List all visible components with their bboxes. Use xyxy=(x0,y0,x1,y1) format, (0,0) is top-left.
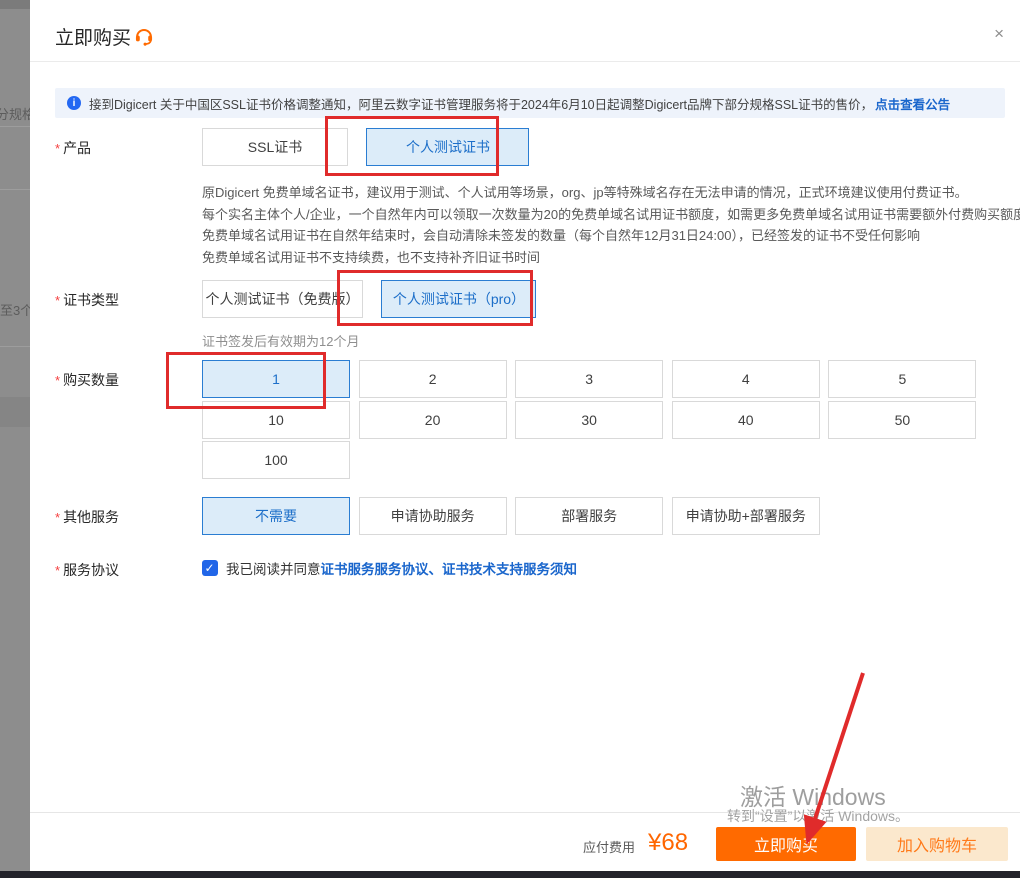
windows-activation-watermark-sub: 转到“设置”以激活 Windows。 xyxy=(727,806,909,826)
other-services-label: *其他服务 xyxy=(55,507,119,527)
bottom-dark-band xyxy=(0,871,1020,878)
product-description: 原Digicert 免费单域名证书，建议用于测试、个人试用等场景，org、jp等… xyxy=(202,182,1020,268)
product-label: *产品 xyxy=(55,138,91,158)
close-icon[interactable]: × xyxy=(994,25,1004,42)
dimmed-background-page: 分规格 至3个 xyxy=(0,0,30,871)
quantity-option-2[interactable]: 2 xyxy=(359,360,507,398)
cert-type-option-free[interactable]: 个人测试证书（免费版） xyxy=(202,280,363,318)
description-line: 原Digicert 免费单域名证书，建议用于测试、个人试用等场景，org、jp等… xyxy=(202,182,1020,204)
background-header-band xyxy=(0,0,30,9)
cert-validity-note: 证书签发后有效期为12个月 xyxy=(202,331,359,350)
background-divider xyxy=(0,346,30,347)
quantity-option-30[interactable]: 30 xyxy=(515,401,663,439)
dialog-title: 立即购买 xyxy=(55,23,131,50)
description-line: 每个实名主体个人/企业，一个自然年内可以领取一次数量为20的免费单域名试用证书额… xyxy=(202,204,1020,226)
cert-type-row: *证书类型 个人测试证书（免费版） 个人测试证书（pro） xyxy=(55,280,536,318)
buy-now-dialog: 立即购买 × i 接到Digicert 关于中国区SSL证书价格调整通知，阿里云… xyxy=(30,0,1020,871)
quantity-option-10[interactable]: 10 xyxy=(202,401,350,439)
quantity-option-4[interactable]: 4 xyxy=(672,360,820,398)
add-to-cart-button[interactable]: 加入购物车 xyxy=(866,827,1008,861)
agreement-row: *服务协议 我已阅读并同意 证书服务服务协议、证书技术支持服务须知 xyxy=(55,558,577,578)
service-option-apply-assist[interactable]: 申请协助服务 xyxy=(359,497,507,535)
quantity-option-40[interactable]: 40 xyxy=(672,401,820,439)
headset-support-icon[interactable] xyxy=(133,24,155,51)
quantity-option-20[interactable]: 20 xyxy=(359,401,507,439)
cert-type-option-pro[interactable]: 个人测试证书（pro） xyxy=(381,280,536,318)
service-option-none[interactable]: 不需要 xyxy=(202,497,350,535)
quantity-label: *购买数量 xyxy=(55,370,119,390)
service-option-assist-deploy[interactable]: 申请协助+部署服务 xyxy=(672,497,820,535)
background-row-band xyxy=(0,397,30,427)
quantity-option-5[interactable]: 5 xyxy=(828,360,976,398)
background-divider xyxy=(0,126,30,127)
product-row: *产品 SSL证书 个人测试证书 xyxy=(55,128,529,166)
cert-type-label: *证书类型 xyxy=(55,290,119,310)
product-option-ssl-cert[interactable]: SSL证书 xyxy=(202,128,348,166)
quantity-option-3[interactable]: 3 xyxy=(515,360,663,398)
agreement-text: 我已阅读并同意 xyxy=(226,558,321,578)
background-clipped-text: 分规格 xyxy=(0,104,30,123)
info-icon: i xyxy=(67,96,81,110)
background-divider xyxy=(0,189,30,190)
buy-now-button[interactable]: 立即购买 xyxy=(716,827,856,861)
service-option-deploy[interactable]: 部署服务 xyxy=(515,497,663,535)
quantity-row: *购买数量 1 2 3 4 5 10 20 30 40 50 100 xyxy=(55,360,976,479)
notice-announcement-link[interactable]: 点击查看公告 xyxy=(875,94,950,113)
agreement-label: *服务协议 xyxy=(55,560,119,580)
required-asterisk: * xyxy=(55,141,60,156)
required-asterisk: * xyxy=(55,373,60,388)
required-asterisk: * xyxy=(55,563,60,578)
notice-text: 接到Digicert 关于中国区SSL证书价格调整通知，阿里云数字证书管理服务将… xyxy=(89,94,873,113)
dialog-header: 立即购买 × xyxy=(30,0,1020,62)
quantity-option-100[interactable]: 100 xyxy=(202,441,350,479)
fee-label: 应付费用 xyxy=(583,837,635,856)
required-asterisk: * xyxy=(55,510,60,525)
fee-amount: ¥68 xyxy=(648,829,688,857)
quantity-option-1[interactable]: 1 xyxy=(202,360,350,398)
quantity-option-50[interactable]: 50 xyxy=(828,401,976,439)
description-line: 免费单域名试用证书在自然年结束时，会自动清除未签发的数量（每个自然年12月31日… xyxy=(202,225,1020,247)
background-clipped-text: 至3个 xyxy=(0,300,30,319)
agreement-checkbox[interactable] xyxy=(202,560,218,576)
other-services-row: *其他服务 不需要 申请协助服务 部署服务 申请协助+部署服务 xyxy=(55,497,820,535)
product-option-personal-test-cert[interactable]: 个人测试证书 xyxy=(366,128,529,166)
price-notice-banner: i 接到Digicert 关于中国区SSL证书价格调整通知，阿里云数字证书管理服… xyxy=(55,88,1005,118)
description-line: 免费单域名试用证书不支持续费，也不支持补齐旧证书时间 xyxy=(202,247,1020,269)
required-asterisk: * xyxy=(55,293,60,308)
agreement-links[interactable]: 证书服务服务协议、证书技术支持服务须知 xyxy=(321,558,578,578)
